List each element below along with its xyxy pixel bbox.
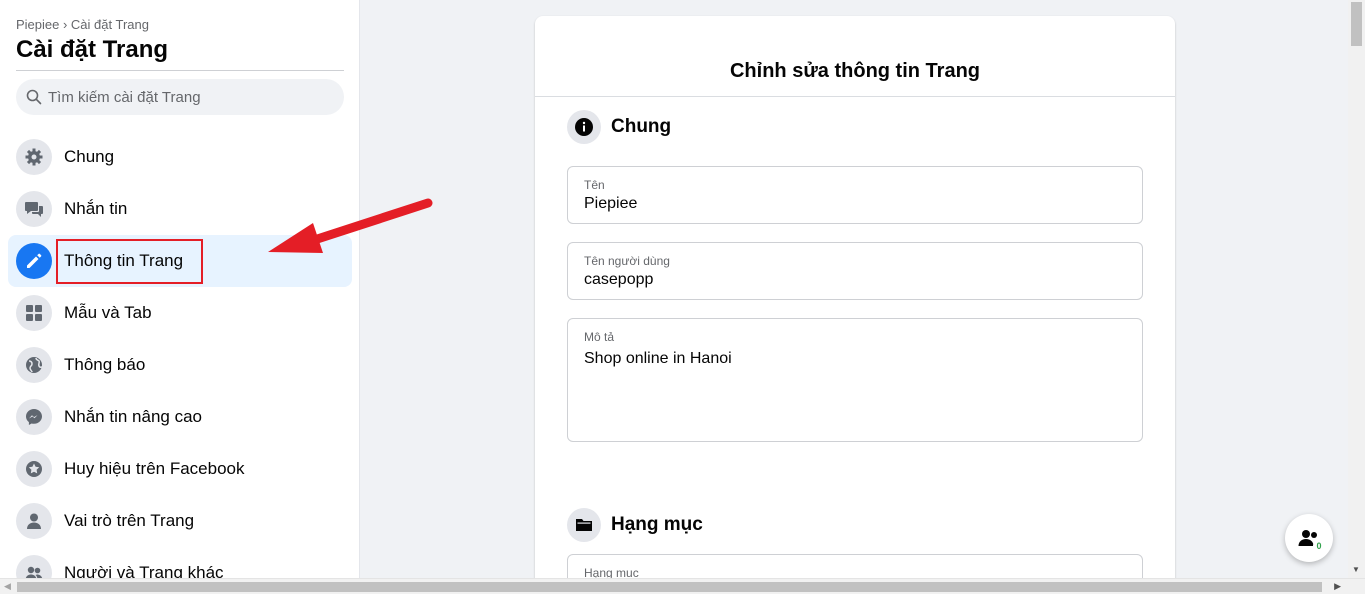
scroll-left-arrow-icon[interactable]: ◀ — [4, 581, 11, 592]
description-field[interactable]: Mô tả Shop online in Hanoi — [567, 318, 1143, 442]
field-value[interactable]: Piepiee — [584, 195, 637, 213]
section-title: Hạng mục — [611, 514, 703, 535]
field-value[interactable]: Shop online in Hanoi — [584, 350, 732, 368]
sidebar-item-label: Nhắn tin nâng cao — [64, 407, 202, 426]
section-general-header: Chung — [567, 110, 671, 144]
section-title: Chung — [611, 116, 672, 137]
sidebar-item-messaging[interactable]: Nhắn tin — [8, 183, 352, 235]
search-box[interactable] — [16, 79, 344, 115]
contacts-button[interactable]: 0 — [1285, 514, 1333, 562]
chat-bubbles-icon — [16, 191, 52, 227]
breadcrumb[interactable]: Piepiee › Cài đặt Trang — [16, 17, 149, 32]
search-input[interactable] — [48, 88, 328, 106]
sidebar-item-page-info[interactable]: Thông tin Trang — [8, 235, 352, 287]
info-icon — [567, 110, 601, 144]
horizontal-scrollbar[interactable]: ◀ ▶ — [0, 578, 1365, 594]
username-field[interactable]: Tên người dùng casepopp — [567, 242, 1143, 300]
edit-page-info-card: Chỉnh sửa thông tin Trang Chung Tên Piep… — [535, 16, 1175, 594]
card-title: Chỉnh sửa thông tin Trang — [729, 60, 981, 82]
settings-sidebar: Piepiee › Cài đặt Trang Cài đặt Trang Ch… — [0, 0, 360, 578]
field-label: Tên — [584, 178, 605, 192]
sidebar-item-facebook-badges[interactable]: Huy hiệu trên Facebook — [8, 443, 352, 495]
people-icon — [16, 555, 52, 578]
divider — [16, 70, 344, 71]
messenger-icon — [16, 399, 52, 435]
section-category-header: Hạng mục — [567, 508, 703, 542]
field-label: Mô tả — [584, 330, 615, 344]
sidebar-item-label: Thông báo — [64, 355, 146, 374]
vertical-scrollbar[interactable]: ▼ — [1348, 0, 1365, 578]
search-icon — [26, 89, 42, 105]
sidebar-item-page-roles[interactable]: Vai trò trên Trang — [8, 495, 352, 547]
divider — [535, 96, 1175, 97]
sidebar-item-general[interactable]: Chung — [8, 131, 352, 183]
pencil-icon — [16, 243, 52, 279]
sidebar-item-templates-tabs[interactable]: Mẫu và Tab — [8, 287, 352, 339]
scrollbar-thumb[interactable] — [1351, 2, 1362, 46]
sidebar-item-label: Huy hiệu trên Facebook — [64, 459, 245, 478]
sidebar-item-label: Mẫu và Tab — [64, 303, 152, 322]
page-title: Cài đặt Trang — [16, 36, 169, 63]
scroll-right-arrow-icon[interactable]: ▶ — [1334, 581, 1341, 592]
folder-icon — [567, 508, 601, 542]
sidebar-item-label: Thông tin Trang — [64, 251, 184, 270]
sidebar-item-people-other-pages[interactable]: Người và Trang khác — [8, 547, 352, 578]
settings-nav: Chung Nhắn tin Thông tin Trang Mẫu và Ta… — [8, 131, 352, 578]
status-badge: 0 — [1313, 540, 1325, 552]
sidebar-item-advanced-messaging[interactable]: Nhắn tin nâng cao — [8, 391, 352, 443]
sidebar-item-label: Chung — [64, 147, 115, 166]
person-icon — [16, 503, 52, 539]
field-label: Tên người dùng — [584, 254, 670, 268]
scrollbar-thumb[interactable] — [17, 582, 1322, 592]
name-field[interactable]: Tên Piepiee — [567, 166, 1143, 224]
star-badge-icon — [16, 451, 52, 487]
grid-icon — [16, 295, 52, 331]
sidebar-item-label: Nhắn tin — [64, 199, 128, 218]
globe-icon — [16, 347, 52, 383]
gear-icon — [16, 139, 52, 175]
sidebar-item-notifications[interactable]: Thông báo — [8, 339, 352, 391]
sidebar-item-label: Người và Trang khác — [64, 563, 224, 578]
field-value[interactable]: casepopp — [584, 271, 653, 289]
scroll-down-arrow-icon[interactable]: ▼ — [1352, 565, 1360, 574]
sidebar-item-label: Vai trò trên Trang — [64, 511, 195, 530]
